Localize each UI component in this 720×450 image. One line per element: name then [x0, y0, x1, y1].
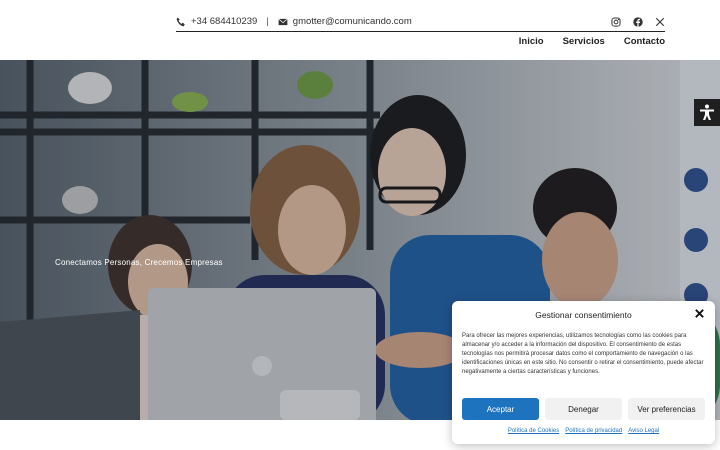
preferences-button[interactable]: Ver preferencias [628, 398, 705, 420]
privacy-policy-link[interactable]: Política de privacidad [565, 428, 622, 434]
cookie-dialog-links: Política de Cookies Política de privacid… [452, 428, 715, 434]
phone-icon [176, 17, 186, 27]
legal-notice-link[interactable]: Aviso Legal [628, 428, 659, 434]
accessibility-button[interactable] [694, 99, 720, 126]
facebook-icon[interactable] [633, 16, 643, 27]
envelope-icon [278, 17, 288, 27]
email-address[interactable]: gmotter@comunicando.com [293, 16, 412, 27]
contact-separator: | [266, 16, 269, 27]
top-contact-bar: +34 684410239 | gmotter@comunicando.com [176, 12, 665, 32]
accept-button[interactable]: Aceptar [462, 398, 539, 420]
deny-button[interactable]: Denegar [545, 398, 622, 420]
nav-item-inicio[interactable]: Inicio [519, 36, 544, 47]
social-links [611, 16, 665, 27]
close-icon[interactable] [694, 308, 705, 319]
cookie-dialog-actions: Aceptar Denegar Ver preferencias [462, 398, 705, 420]
cookie-dialog-text: Para ofrecer las mejores experiencias, u… [462, 333, 704, 375]
cookie-dialog-title: Gestionar consentimiento [535, 310, 632, 320]
nav-item-servicios[interactable]: Servicios [563, 36, 605, 47]
instagram-icon[interactable] [611, 16, 621, 27]
phone-number[interactable]: +34 684410239 [191, 16, 257, 27]
main-nav: Inicio Servicios Contacto [519, 36, 665, 47]
nav-item-contacto[interactable]: Contacto [624, 36, 665, 47]
cookie-policy-link[interactable]: Política de Cookies [508, 428, 559, 434]
x-icon[interactable] [655, 17, 665, 27]
accessibility-icon [700, 104, 714, 120]
contact-info: +34 684410239 | gmotter@comunicando.com [176, 16, 412, 27]
hero-tagline: Conectamos Personas, Crecemos Empresas [55, 258, 223, 267]
cookie-consent-dialog: Gestionar consentimiento Para ofrecer la… [452, 301, 715, 444]
